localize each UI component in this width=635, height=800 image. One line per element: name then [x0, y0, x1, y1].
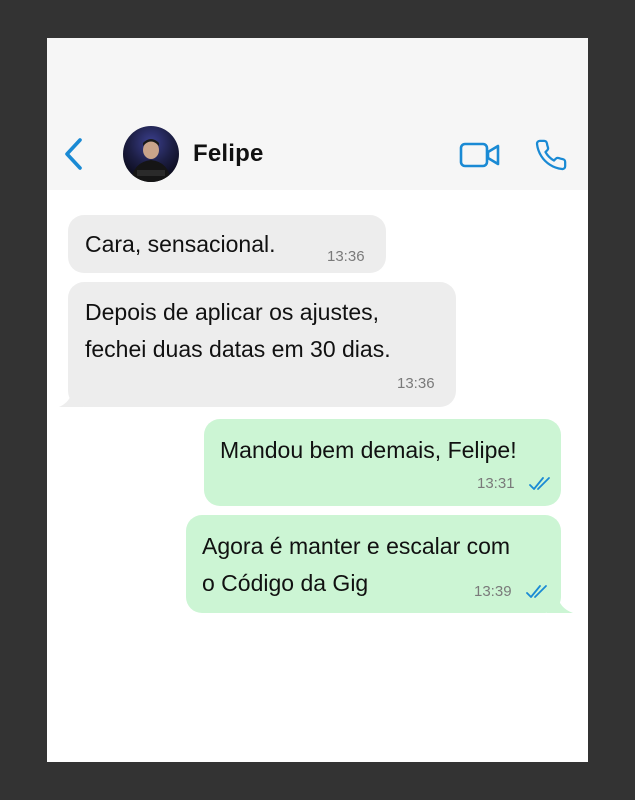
video-call-button[interactable]	[459, 140, 501, 170]
message-timestamp: 13:39	[474, 583, 512, 600]
double-check-icon	[529, 477, 550, 490]
message-text: Cara, sensacional.	[85, 231, 276, 257]
avatar[interactable]	[123, 126, 179, 182]
message-bubble-incoming[interactable]: Cara, sensacional. 13:36	[68, 215, 386, 273]
chat-screen: Felipe Cara, sensacional. 13:36 Depois d…	[47, 38, 588, 762]
message-bubble-incoming[interactable]: Depois de aplicar os ajustes, fechei dua…	[68, 282, 456, 407]
double-check-icon	[526, 585, 547, 598]
back-button[interactable]	[61, 137, 89, 171]
chevron-left-icon	[65, 138, 82, 170]
message-bubble-outgoing[interactable]: Agora é manter e escalar com o Código da…	[186, 515, 561, 613]
message-text: Agora é manter e escalar com	[202, 533, 511, 559]
voice-call-button[interactable]	[533, 138, 569, 172]
video-camera-icon	[459, 142, 500, 168]
message-text: Depois de aplicar os ajustes,	[85, 299, 380, 325]
contact-name[interactable]: Felipe	[193, 140, 264, 168]
message-text: o Código da Gig	[202, 570, 369, 596]
phone-icon	[535, 139, 567, 171]
message-timestamp: 13:36	[327, 248, 365, 265]
message-text: Mandou bem demais, Felipe!	[220, 437, 517, 463]
message-timestamp: 13:31	[477, 475, 515, 492]
message-text: fechei duas datas em 30 dias.	[85, 336, 391, 362]
message-timestamp: 13:36	[397, 375, 435, 392]
chat-header: Felipe	[47, 38, 588, 190]
message-bubble-outgoing[interactable]: Mandou bem demais, Felipe! 13:31	[204, 419, 561, 506]
